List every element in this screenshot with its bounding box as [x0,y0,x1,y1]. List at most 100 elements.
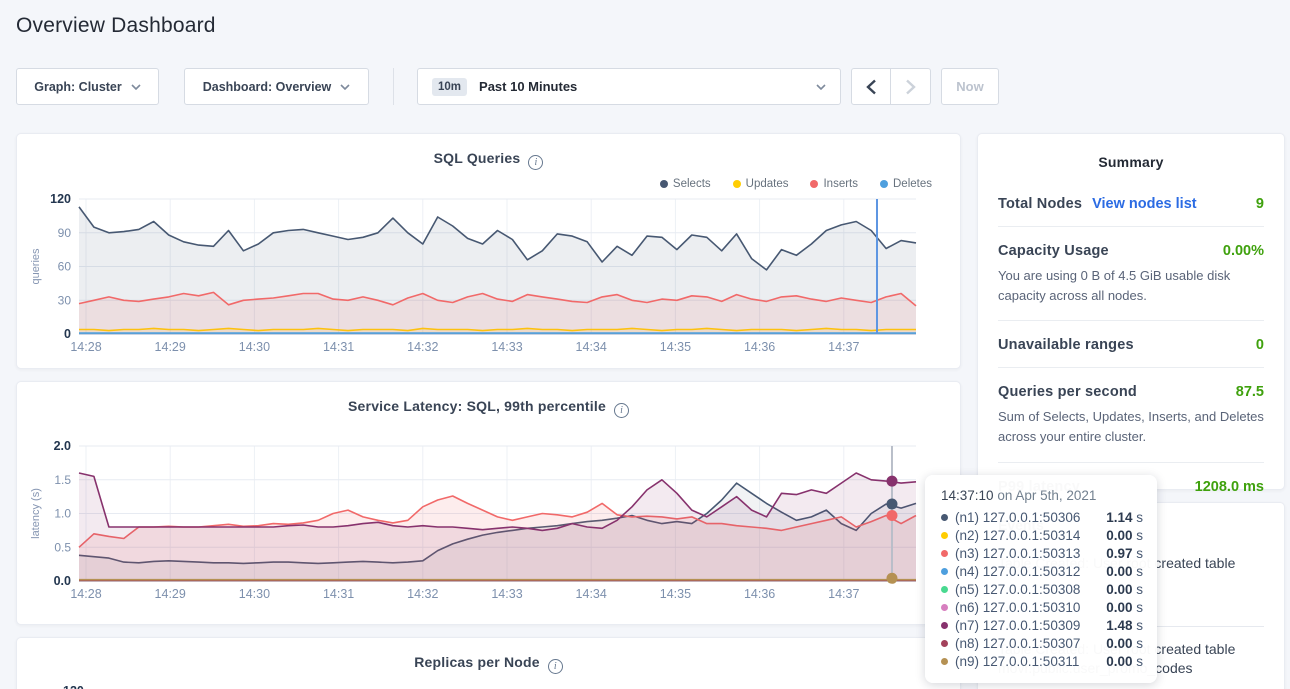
tooltip-node-label: (n3) 127.0.0.1:50313 [955,546,1080,561]
summary-row: Capacity Usage0.00%You are using 0 B of … [998,227,1264,321]
summary-row-value: 9 [1256,196,1264,212]
svg-text:14:37: 14:37 [828,587,859,601]
chart-hover-tooltip: 14:37:10 on Apr 5th, 2021 (n1) 127.0.0.1… [925,475,1157,683]
time-step-forward-button[interactable] [891,68,931,105]
chevron-down-icon [816,84,826,90]
time-range-badge: 10m [432,78,467,96]
summary-row: Unavailable ranges0 [998,321,1264,368]
svg-text:0: 0 [64,327,71,341]
svg-text:0.5: 0.5 [54,540,71,554]
tooltip-node-row: (n6) 127.0.0.1:50310 0.00 s [941,598,1143,616]
summary-title: Summary [978,134,1284,170]
tooltip-node-row: (n7) 127.0.0.1:50309 1.48 s [941,616,1143,634]
series-color-dot [941,658,948,665]
dashboard-dropdown[interactable]: Dashboard: Overview [184,68,369,105]
series-color-dot [941,514,948,521]
summary-row-label: Queries per second [998,384,1137,400]
tooltip-node-label: (n2) 127.0.0.1:50314 [955,528,1080,543]
tooltip-node-value: 0.00 s [1106,654,1143,669]
series-color-dot [941,640,948,647]
summary-row-description: Sum of Selects, Updates, Inserts, and De… [998,407,1264,447]
summary-row: Total Nodes View nodes list 9 [998,180,1264,227]
summary-row-label: Total Nodes [998,196,1082,212]
tooltip-node-value: 0.00 s [1106,636,1143,651]
tooltip-node-value: 0.00 s [1106,582,1143,597]
toolbar-divider [393,68,394,105]
graph-scope-dropdown-label: Graph: Cluster [34,80,122,94]
series-color-dot [941,550,948,557]
tooltip-node-label: (n1) 127.0.0.1:50306 [955,510,1080,525]
tooltip-node-label: (n7) 127.0.0.1:50309 [955,618,1080,633]
tooltip-node-row: (n1) 127.0.0.1:50306 1.14 s [941,508,1143,526]
svg-text:14:34: 14:34 [576,340,607,354]
time-step-back-button[interactable] [851,68,891,105]
tooltip-node-row: (n5) 127.0.0.1:50308 0.00 s [941,580,1143,598]
summary-panel: Summary Total Nodes View nodes list 9 Capac… [977,133,1285,490]
tooltip-node-label: (n8) 127.0.0.1:50307 [955,636,1080,651]
svg-text:14:33: 14:33 [491,340,522,354]
tooltip-node-row: (n4) 127.0.0.1:503120.00 s [941,562,1143,580]
dashboard-dropdown-label: Dashboard: Overview [203,80,332,94]
summary-row-value: 87.5 [1236,384,1264,400]
chevron-down-icon [340,84,350,90]
svg-text:1.0: 1.0 [54,507,71,521]
svg-text:14:35: 14:35 [660,587,691,601]
tooltip-node-label: (n5) 127.0.0.1:50308 [955,582,1080,597]
tooltip-node-row: (n9) 127.0.0.1:50311 0.00 s [941,652,1143,670]
tooltip-node-label: (n9) 127.0.0.1:50311 [955,654,1079,669]
summary-row-label: Capacity Usage [998,243,1109,259]
svg-text:14:31: 14:31 [323,587,354,601]
sql-queries-chart-card: SQL Queriesi SelectsUpdatesInsertsDelete… [16,133,961,369]
tooltip-node-row: (n3) 127.0.0.1:50313 0.97 s [941,544,1143,562]
svg-text:14:28: 14:28 [70,340,101,354]
tooltip-node-label: (n6) 127.0.0.1:50310 [955,600,1080,615]
sql-queries-chart[interactable]: 030609012014:2814:2914:3014:3114:3214:33… [17,134,962,370]
tooltip-node-value: 0.00 s [1106,528,1143,543]
svg-text:14:34: 14:34 [576,587,607,601]
svg-text:2.0: 2.0 [54,439,71,453]
svg-text:14:31: 14:31 [323,340,354,354]
summary-row-value: 0.00% [1223,243,1264,259]
tooltip-node-value: 0.00 s [1106,564,1143,579]
tooltip-node-row: (n8) 127.0.0.1:50307 0.00 s [941,634,1143,652]
view-nodes-list-link[interactable]: View nodes list [1092,196,1197,212]
replicas-per-node-chart-card: Replicas per Node i 120 [16,637,961,689]
svg-text:latency (s): latency (s) [30,488,42,539]
svg-text:14:37: 14:37 [828,340,859,354]
svg-text:0.0: 0.0 [54,574,71,588]
replicas-chart-ytick: 120 [63,684,84,689]
svg-text:1.5: 1.5 [54,473,71,487]
series-color-dot [941,532,948,539]
tooltip-node-value: 0.00 s [1106,600,1143,615]
service-latency-chart-card: Service Latency: SQL, 99th percentilei 0… [16,381,961,625]
chevron-down-icon [131,84,141,90]
svg-text:14:30: 14:30 [239,340,270,354]
tooltip-node-value: 0.97 s [1106,546,1143,561]
page-title: Overview Dashboard [16,14,216,38]
summary-row: Queries per second 87.5 Sum of Selects, Up… [998,368,1264,462]
summary-row-value: 1208.0 ms [1195,479,1264,495]
time-range-label: Past 10 Minutes [479,79,577,94]
svg-text:14:28: 14:28 [70,587,101,601]
series-color-dot [941,604,948,611]
svg-text:14:32: 14:32 [407,340,438,354]
now-button[interactable]: Now [941,68,999,105]
chevron-left-icon [866,79,877,95]
time-range-dropdown[interactable]: 10m Past 10 Minutes [417,68,841,105]
svg-text:14:33: 14:33 [491,587,522,601]
series-color-dot [941,622,948,629]
svg-text:60: 60 [58,260,72,274]
info-icon[interactable]: i [548,659,563,674]
service-latency-chart[interactable]: 0.00.51.01.52.014:2814:2914:3014:3114:32… [17,382,962,626]
svg-text:90: 90 [58,226,72,240]
chevron-right-icon [905,79,916,95]
svg-text:14:29: 14:29 [155,340,186,354]
svg-text:14:36: 14:36 [744,587,775,601]
tooltip-node-value: 1.14 s [1106,510,1143,525]
replicas-chart-title: Replicas per Node [414,654,540,670]
svg-text:120: 120 [50,192,71,206]
tooltip-node-value: 1.48 s [1106,618,1143,633]
graph-scope-dropdown[interactable]: Graph: Cluster [16,68,159,105]
svg-text:14:29: 14:29 [155,587,186,601]
svg-text:14:32: 14:32 [407,587,438,601]
